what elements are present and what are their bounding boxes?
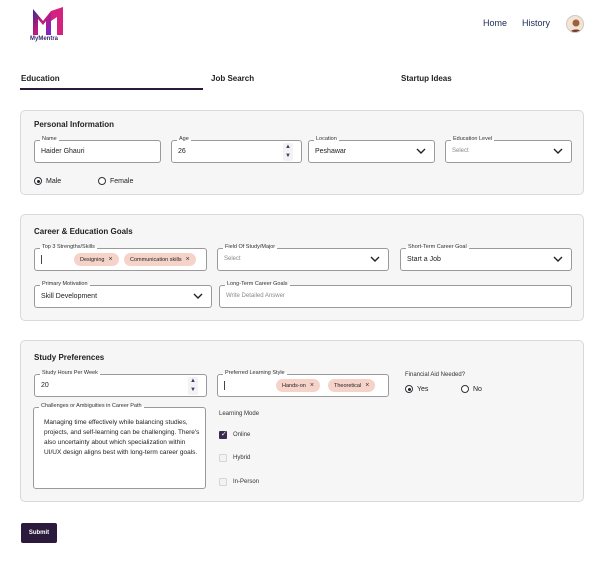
- radio-unselected-icon: [461, 385, 469, 393]
- financial-aid-no-radio[interactable]: No: [461, 385, 482, 393]
- radio-unselected-icon: [98, 177, 106, 185]
- field-label: Study Hours Per Week: [40, 370, 100, 376]
- financial-aid-label: Financial Aid Needed?: [405, 372, 466, 378]
- gender-male-radio[interactable]: Male: [34, 177, 61, 185]
- learning-mode-online-checkbox[interactable]: Online: [219, 430, 251, 439]
- field-label: Age: [177, 136, 191, 142]
- increment-icon[interactable]: ▲: [283, 143, 293, 152]
- chip-label: Hands-on: [282, 382, 306, 389]
- age-stepper[interactable]: Age 26 ▲ ▼: [171, 136, 302, 163]
- chip-theoretical: Theoretical ×: [328, 379, 376, 392]
- chip-designing: Designing ×: [74, 253, 119, 266]
- chip-hands-on: Hands-on ×: [276, 379, 320, 392]
- decrement-icon[interactable]: ▼: [283, 152, 293, 161]
- nav-home-link[interactable]: Home: [483, 18, 507, 28]
- location-value: Peshawar: [315, 148, 347, 155]
- remove-chip-icon[interactable]: ×: [310, 382, 314, 389]
- challenges-textarea[interactable]: Challenges or Ambiguities in Career Path…: [33, 403, 206, 489]
- learning-style-multiselect[interactable]: Preferred Learning Style Hands-on × Theo…: [217, 370, 389, 397]
- increment-icon[interactable]: ▲: [188, 377, 198, 386]
- motivation-value: Skill Development: [41, 293, 98, 300]
- strengths-multiselect[interactable]: Top 3 Strengths/Skills Designing × Commu…: [34, 244, 207, 271]
- decrement-icon[interactable]: ▼: [188, 386, 198, 395]
- career-goals-section: Career & Education Goals Top 3 Strengths…: [20, 214, 584, 321]
- avatar[interactable]: [566, 15, 584, 33]
- user-avatar-icon: [569, 19, 583, 32]
- text-cursor: [41, 255, 42, 264]
- learning-mode-hybrid-checkbox[interactable]: Hybrid: [219, 454, 250, 462]
- field-label: Long-Term Career Goals: [225, 281, 290, 287]
- chip-communication-skills: Communication skills ×: [124, 253, 196, 266]
- radio-label: Female: [110, 177, 134, 185]
- name-field[interactable]: Name Haider Ghauri: [34, 136, 161, 163]
- long-term-goals-input[interactable]: Long-Term Career Goals Write Detailed An…: [219, 281, 572, 308]
- age-value: 26: [178, 148, 186, 155]
- field-label: Name: [40, 136, 59, 142]
- stepper-control[interactable]: ▲ ▼: [283, 143, 293, 161]
- radio-selected-icon: [405, 385, 413, 393]
- learning-mode-label: Learning Mode: [219, 411, 260, 417]
- field-label: Short-Term Career Goal: [406, 244, 469, 250]
- field-label: Preferred Learning Style: [223, 370, 287, 376]
- active-tab-indicator: [20, 88, 203, 90]
- gender-female-radio[interactable]: Female: [98, 177, 133, 185]
- location-select[interactable]: Location Peshawar: [308, 136, 435, 163]
- nav-history-link[interactable]: History: [522, 18, 550, 28]
- chevron-down-icon: [553, 256, 563, 262]
- field-label: Primary Motivation: [40, 281, 90, 287]
- field-label: Top 3 Strengths/Skills: [40, 244, 97, 250]
- financial-aid-yes-radio[interactable]: Yes: [405, 385, 428, 393]
- stepper-control[interactable]: ▲ ▼: [188, 377, 198, 395]
- brand-name: MyMentra: [30, 36, 59, 42]
- checkbox-label: In-Person: [233, 479, 260, 485]
- field-label: Field Of Study/Major: [223, 244, 278, 250]
- checkbox-label: Hybrid: [233, 455, 251, 461]
- radio-label: Yes: [417, 385, 429, 393]
- radio-selected-icon: [34, 177, 42, 185]
- field-label: Location: [314, 136, 339, 142]
- chevron-down-icon: [416, 148, 426, 154]
- long-term-goals-placeholder: Write Detailed Answer: [226, 293, 285, 299]
- field-label: Challenges or Ambiguities in Career Path: [39, 403, 144, 409]
- learning-mode-in-person-checkbox[interactable]: In-Person: [219, 478, 259, 486]
- tab-education[interactable]: Education: [21, 74, 60, 83]
- short-term-goal-select[interactable]: Short-Term Career Goal Start a Job: [400, 244, 572, 271]
- radio-label: Male: [46, 177, 62, 185]
- section-title: Personal Information: [34, 120, 115, 129]
- checkbox-unchecked-icon: [219, 478, 227, 486]
- radio-label: No: [473, 385, 482, 393]
- tab-job-search[interactable]: Job Search: [211, 74, 254, 83]
- tab-startup-ideas[interactable]: Startup Ideas: [401, 74, 452, 83]
- remove-chip-icon[interactable]: ×: [108, 256, 112, 263]
- education-level-placeholder: Select: [452, 148, 469, 154]
- remove-chip-icon[interactable]: ×: [186, 256, 190, 263]
- submit-button[interactable]: Submit: [21, 523, 57, 543]
- checkbox-label: Online: [233, 432, 251, 438]
- name-value: Haider Ghauri: [41, 148, 85, 155]
- checkbox-unchecked-icon: [219, 454, 227, 462]
- remove-chip-icon[interactable]: ×: [365, 382, 369, 389]
- text-cursor: [224, 381, 225, 390]
- personal-information-section: Personal Information Name Haider Ghauri …: [20, 110, 584, 195]
- checkbox-checked-icon: [219, 430, 227, 439]
- short-term-goal-value: Start a Job: [407, 256, 441, 263]
- field-label: Education Level: [451, 136, 495, 142]
- section-title: Study Preferences: [34, 353, 105, 362]
- study-hours-stepper[interactable]: Study Hours Per Week 20 ▲ ▼: [34, 370, 207, 397]
- primary-motivation-select[interactable]: Primary Motivation Skill Development: [34, 281, 212, 308]
- challenges-text: Managing time effectively while balancin…: [44, 419, 200, 456]
- education-level-select[interactable]: Education Level Select: [445, 136, 572, 163]
- chip-label: Theoretical: [334, 382, 362, 389]
- section-title: Career & Education Goals: [34, 227, 133, 236]
- chevron-down-icon: [553, 148, 563, 154]
- chip-label: Communication skills: [130, 256, 182, 263]
- field-of-study-placeholder: Select: [224, 256, 241, 262]
- study-hours-value: 20: [41, 382, 49, 389]
- chevron-down-icon: [193, 293, 203, 299]
- field-of-study-select[interactable]: Field Of Study/Major Select: [217, 244, 389, 271]
- chip-label: Designing: [80, 256, 105, 263]
- chevron-down-icon: [370, 256, 380, 262]
